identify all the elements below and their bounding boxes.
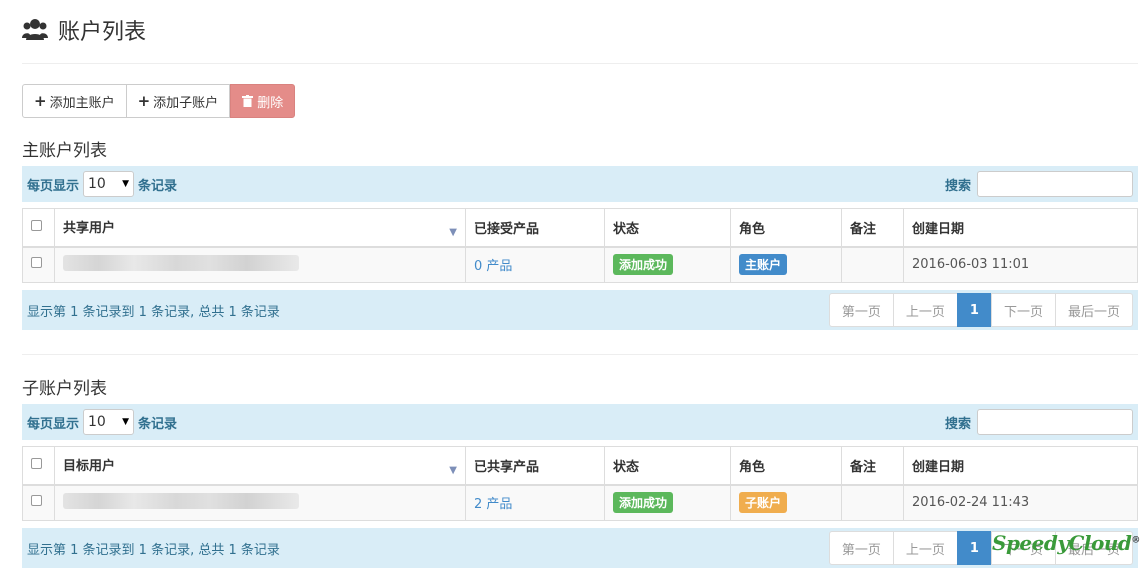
divider — [22, 63, 1138, 64]
action-button-group: + 添加主账户 + 添加子账户 删除 — [22, 84, 296, 118]
delete-button[interactable]: 删除 — [230, 84, 296, 118]
select-all-checkbox[interactable] — [31, 457, 42, 469]
main-section-title: 主账户列表 — [22, 141, 107, 161]
created-date-cell: 2016-06-03 11:01 — [903, 246, 1138, 283]
current-page-button[interactable]: 1 — [956, 531, 992, 565]
next-page-button[interactable]: 下一页 — [990, 293, 1056, 327]
redacted-user — [63, 254, 299, 271]
column-header: 已接受产品 — [465, 208, 605, 248]
page-header: 账户列表 — [22, 12, 146, 48]
row-select-cell — [22, 246, 55, 283]
redacted-user — [63, 492, 299, 509]
user-cell — [54, 246, 466, 283]
role-badge: 子账户 — [739, 492, 788, 514]
plus-icon: + — [137, 92, 151, 110]
sort-desc-icon[interactable]: ▼ — [449, 227, 457, 238]
products-cell: 2 产品 — [465, 484, 605, 521]
status-cell: 添加成功 — [604, 246, 731, 283]
users-icon — [22, 19, 48, 40]
select-all-checkbox[interactable] — [31, 219, 42, 231]
created-date-cell: 2016-02-24 11:43 — [903, 484, 1138, 521]
per-page-prefix: 每页显示 — [27, 178, 80, 194]
add-sub-account-button[interactable]: + 添加子账户 — [126, 84, 231, 118]
products-cell: 0 产品 — [465, 246, 605, 283]
products-link[interactable]: 2 产品 — [474, 497, 512, 512]
column-header[interactable]: 共享用户 ▼ — [54, 208, 466, 248]
remark-cell — [841, 484, 904, 521]
column-header: 角色 — [730, 446, 842, 486]
column-header: 角色 — [730, 208, 842, 248]
per-page-value: 10 — [88, 176, 106, 192]
column-header: 备注 — [841, 208, 904, 248]
add-sub-account-label: 添加子账户 — [153, 95, 219, 111]
role-cell: 主账户 — [730, 246, 842, 283]
watermark-text: SpeedyCloud — [992, 531, 1132, 555]
search-label: 搜索 — [944, 178, 971, 194]
row-checkbox[interactable] — [31, 257, 42, 269]
sub-search-input[interactable] — [977, 409, 1133, 435]
main-account-table: 共享用户 ▼ 已接受产品 状态 角色 备注 创建日期 0 产品 添加成功 主账户 … — [22, 208, 1138, 283]
sub-table-footer: 显示第 1 条记录到 1 条记录, 总共 1 条记录 第一页 上一页 1 下一页… — [22, 528, 1138, 568]
per-page-suffix: 条记录 — [138, 416, 178, 432]
add-main-account-button[interactable]: + 添加主账户 — [22, 84, 127, 118]
sub-per-page-select[interactable]: 10 ▼ — [83, 409, 135, 435]
sub-account-table: 目标用户 ▼ 已共享产品 状态 角色 备注 创建日期 2 产品 添加成功 子账户 … — [22, 446, 1138, 521]
first-page-button[interactable]: 第一页 — [828, 531, 894, 565]
main-table-toolbar: 每页显示 10 ▼ 条记录 搜索 — [22, 166, 1138, 202]
current-page-button[interactable]: 1 — [956, 293, 992, 327]
last-page-button[interactable]: 最后一页 — [1054, 293, 1133, 327]
column-header: 创建日期 — [903, 208, 1138, 248]
user-cell — [54, 484, 466, 521]
row-select-cell — [22, 484, 55, 521]
divider — [22, 354, 1138, 355]
table-header-row: 共享用户 ▼ 已接受产品 状态 角色 备注 创建日期 — [22, 208, 1138, 248]
select-all-cell — [22, 208, 55, 248]
role-badge: 主账户 — [739, 254, 788, 276]
role-cell: 子账户 — [730, 484, 842, 521]
column-header[interactable]: 目标用户 ▼ — [54, 446, 466, 486]
per-page-suffix: 条记录 — [138, 178, 178, 194]
products-link[interactable]: 0 产品 — [474, 259, 512, 274]
records-info: 显示第 1 条记录到 1 条记录, 总共 1 条记录 — [27, 304, 280, 320]
sort-desc-icon[interactable]: ▼ — [449, 465, 457, 476]
status-badge: 添加成功 — [613, 254, 674, 276]
prev-page-button[interactable]: 上一页 — [892, 293, 958, 327]
column-header: 备注 — [841, 446, 904, 486]
column-label: 共享用户 — [63, 220, 116, 236]
per-page-prefix: 每页显示 — [27, 416, 80, 432]
sub-table-toolbar: 每页显示 10 ▼ 条记录 搜索 — [22, 404, 1138, 440]
prev-page-button[interactable]: 上一页 — [892, 531, 958, 565]
registered-mark: ® — [1131, 535, 1140, 546]
records-info: 显示第 1 条记录到 1 条记录, 总共 1 条记录 — [27, 542, 280, 558]
per-page-value: 10 — [88, 414, 106, 430]
trash-icon — [242, 95, 254, 107]
main-pagination: 第一页 上一页 1 下一页 最后一页 — [828, 293, 1133, 327]
main-per-page-select[interactable]: 10 ▼ — [83, 171, 135, 197]
page-title: 账户列表 — [58, 20, 147, 45]
delete-label: 删除 — [257, 95, 284, 111]
add-main-account-label: 添加主账户 — [49, 95, 115, 111]
table-header-row: 目标用户 ▼ 已共享产品 状态 角色 备注 创建日期 — [22, 446, 1138, 486]
main-table-footer: 显示第 1 条记录到 1 条记录, 总共 1 条记录 第一页 上一页 1 下一页… — [22, 290, 1138, 330]
column-header: 已共享产品 — [465, 446, 605, 486]
row-checkbox[interactable] — [31, 495, 42, 507]
search-label: 搜索 — [944, 416, 971, 432]
speedycloud-watermark: SpeedyCloud® — [992, 531, 1140, 555]
caret-down-icon: ▼ — [122, 417, 130, 427]
first-page-button[interactable]: 第一页 — [828, 293, 894, 327]
status-cell: 添加成功 — [604, 484, 731, 521]
sub-section-title: 子账户列表 — [22, 379, 107, 399]
column-header: 创建日期 — [903, 446, 1138, 486]
caret-down-icon: ▼ — [122, 179, 130, 189]
plus-icon: + — [34, 92, 47, 110]
main-search-input[interactable] — [977, 171, 1133, 197]
table-row: 0 产品 添加成功 主账户 2016-06-03 11:01 — [22, 246, 1138, 283]
column-header: 状态 — [604, 446, 731, 486]
column-header: 状态 — [604, 208, 731, 248]
select-all-cell — [22, 446, 55, 486]
remark-cell — [841, 246, 904, 283]
table-row: 2 产品 添加成功 子账户 2016-02-24 11:43 — [22, 484, 1138, 521]
status-badge: 添加成功 — [613, 492, 674, 514]
column-label: 目标用户 — [63, 458, 116, 474]
